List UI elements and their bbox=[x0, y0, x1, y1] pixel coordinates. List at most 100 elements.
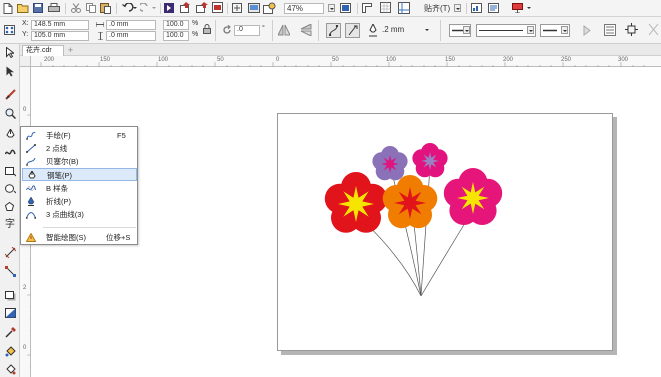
flower-star bbox=[457, 182, 489, 214]
ruler-label: 2 bbox=[23, 285, 27, 291]
rotation-angle-field[interactable]: .0 bbox=[234, 25, 260, 36]
document-page[interactable] bbox=[277, 113, 613, 351]
corel-connect-icon[interactable] bbox=[164, 3, 174, 13]
clear-icon[interactable] bbox=[648, 23, 659, 36]
text-tool-icon[interactable]: 字 bbox=[5, 220, 15, 230]
artistic-media-icon[interactable] bbox=[5, 149, 16, 157]
document-tab[interactable]: 花卉.cdr bbox=[22, 45, 64, 56]
snap-dropdown-icon[interactable] bbox=[454, 4, 461, 12]
flower bbox=[443, 168, 503, 225]
transparency-icon[interactable] bbox=[5, 308, 16, 318]
application-launcher-icon[interactable] bbox=[232, 3, 242, 13]
menu-item-freehand[interactable]: 手绘(F) F5 bbox=[22, 129, 137, 142]
zoom-dropdown-icon[interactable] bbox=[328, 4, 335, 12]
wrap-text-icon[interactable] bbox=[604, 24, 616, 36]
mirror-vertical-icon[interactable] bbox=[300, 24, 312, 36]
rotation-unit: ° bbox=[262, 25, 265, 32]
outline-width-dropdown-icon[interactable] bbox=[424, 26, 431, 34]
print-icon[interactable] bbox=[48, 3, 60, 13]
launch-dropdown-icon[interactable] bbox=[526, 4, 533, 12]
eyedropper-icon[interactable] bbox=[5, 327, 16, 338]
welcome-screen-icon[interactable] bbox=[248, 3, 260, 13]
flower-star bbox=[394, 187, 426, 219]
scale-x-field[interactable]: 100.0 bbox=[163, 20, 189, 30]
menu-item-label: B 样条 bbox=[46, 184, 69, 193]
line-end-right-icon bbox=[543, 29, 557, 32]
menu-item-3-point-curve[interactable]: 3 点曲线(3) bbox=[22, 208, 137, 221]
y-position-field[interactable]: 105.0 mm bbox=[31, 31, 89, 41]
reverse-direction-icon[interactable] bbox=[583, 25, 591, 36]
options-icon[interactable] bbox=[471, 3, 482, 13]
menu-item-shortcut: F5 bbox=[117, 131, 126, 140]
undo-icon[interactable] bbox=[121, 3, 137, 13]
straight-line-connector-icon[interactable] bbox=[5, 266, 16, 277]
import-icon[interactable] bbox=[180, 2, 192, 13]
ellipse-tool-icon[interactable] bbox=[5, 184, 16, 194]
add-document-tab-button[interactable]: + bbox=[66, 46, 75, 55]
zoom-level-field[interactable]: 47% bbox=[284, 3, 324, 14]
copy-icon[interactable] bbox=[86, 3, 96, 13]
export-icon[interactable] bbox=[196, 2, 208, 13]
save-icon[interactable] bbox=[33, 3, 43, 13]
interactive-fill-icon[interactable] bbox=[5, 346, 16, 357]
menu-item-pen[interactable]: 钢笔(P) bbox=[22, 168, 137, 181]
redo-icon[interactable] bbox=[140, 3, 156, 13]
scale-y-field[interactable]: 100.0 bbox=[163, 31, 189, 41]
3-point-curve-icon bbox=[26, 212, 36, 219]
ruler-origin[interactable] bbox=[20, 56, 31, 67]
line-style-dropdown-icon[interactable] bbox=[527, 26, 534, 34]
flower-artwork[interactable] bbox=[278, 114, 614, 352]
shape-tool-icon[interactable] bbox=[6, 66, 16, 77]
pen-preview-icon bbox=[348, 25, 358, 36]
show-guidelines-icon[interactable] bbox=[398, 2, 410, 14]
app-launcher-icon[interactable] bbox=[488, 3, 499, 13]
flower-star bbox=[338, 186, 374, 222]
width-icon bbox=[96, 22, 104, 27]
snap-to-label[interactable]: 贴齐(T) bbox=[424, 5, 450, 13]
pick-tool-icon[interactable] bbox=[6, 47, 14, 58]
menu-item-smart-drawing[interactable]: 智能绘图(S) 位移+S bbox=[22, 231, 137, 244]
bezier-icon bbox=[26, 157, 36, 166]
object-width-field[interactable]: .0 mm bbox=[106, 20, 156, 30]
show-rulers-icon[interactable] bbox=[362, 3, 372, 13]
full-screen-icon[interactable] bbox=[340, 3, 351, 13]
rectangle-tool-icon[interactable] bbox=[5, 167, 16, 177]
corel-connect-search-icon[interactable] bbox=[263, 2, 276, 14]
start-arrowhead-dropdown-icon[interactable] bbox=[463, 26, 470, 34]
x-position-field[interactable]: 148.5 mm bbox=[31, 20, 89, 30]
paste-icon[interactable] bbox=[100, 2, 111, 14]
b-spline-icon bbox=[26, 185, 36, 192]
polygon-tool-icon[interactable] bbox=[5, 202, 16, 212]
standard-toolbar: 47% 贴齐(T) bbox=[0, 0, 661, 17]
scale-x-unit: % bbox=[192, 20, 199, 27]
menu-item-2-point-line[interactable]: 2 点线 bbox=[22, 142, 137, 155]
curve-tools-flyout: 手绘(F) F5 2 点线 贝塞尔(B) 钢笔(P) B 样条 折线(P) 3 … bbox=[20, 126, 138, 245]
lock-ratio-icon[interactable] bbox=[203, 24, 211, 34]
end-arrowhead-dropdown-icon[interactable] bbox=[561, 26, 568, 34]
cut-icon[interactable] bbox=[71, 3, 81, 13]
publish-pdf-icon[interactable] bbox=[212, 2, 224, 13]
parallel-dimension-icon[interactable] bbox=[5, 247, 16, 258]
freehand-icon bbox=[26, 131, 36, 140]
menu-item-bezier[interactable]: 贝塞尔(B) bbox=[22, 155, 137, 168]
menu-item-label: 贝塞尔(B) bbox=[46, 157, 79, 166]
drop-shadow-icon[interactable] bbox=[5, 291, 16, 301]
horizontal-ruler[interactable]: 200 150 100 50 0 50 100 150 200 250 300 bbox=[20, 56, 661, 67]
zoom-tool-icon[interactable] bbox=[5, 108, 16, 119]
pen-curve-icon bbox=[329, 25, 339, 36]
pen-icon bbox=[28, 171, 36, 179]
mirror-horizontal-icon[interactable] bbox=[278, 24, 290, 36]
node-select-icon[interactable] bbox=[625, 23, 638, 36]
launch-icon[interactable] bbox=[512, 3, 523, 13]
freehand-tool-icon[interactable] bbox=[6, 129, 15, 140]
new-document-icon[interactable] bbox=[3, 3, 13, 14]
document-tab-strip: 花卉.cdr + bbox=[0, 44, 661, 56]
crop-tool-icon[interactable] bbox=[5, 88, 16, 100]
object-height-field[interactable]: .0 mm bbox=[106, 31, 156, 41]
menu-item-polyline[interactable]: 折线(P) bbox=[22, 195, 137, 208]
open-icon[interactable] bbox=[17, 3, 29, 13]
smart-fill-icon[interactable] bbox=[5, 364, 16, 375]
polyline-icon bbox=[27, 197, 35, 206]
show-grid-icon[interactable] bbox=[380, 2, 391, 13]
menu-item-b-spline[interactable]: B 样条 bbox=[22, 182, 137, 195]
